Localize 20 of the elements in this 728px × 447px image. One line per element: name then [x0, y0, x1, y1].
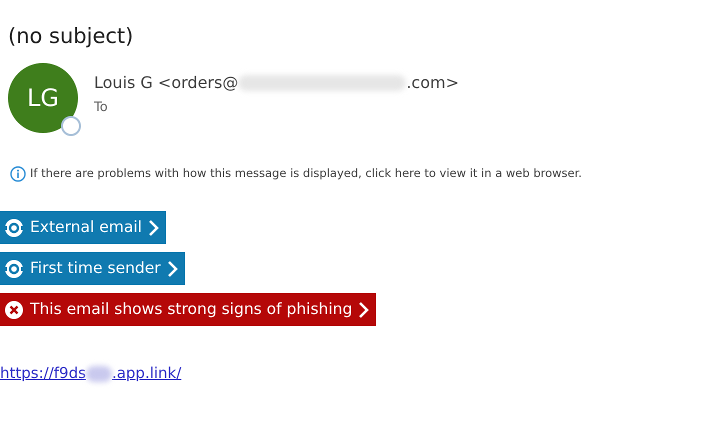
sender-domain: .com>	[406, 73, 459, 92]
avatar-initials: LG	[27, 83, 59, 114]
chevron-icon	[166, 260, 179, 278]
sender-name: Louis G <orders@	[94, 73, 238, 92]
chevron-icon	[148, 218, 160, 237]
info-message[interactable]: If there are problems with how this message is displayed, click here to view it in a web browser.	[30, 165, 582, 182]
info-icon	[10, 166, 26, 182]
presence-icon	[61, 116, 81, 136]
shield-icon	[4, 258, 24, 279]
warning-banner[interactable]: External email	[0, 211, 166, 244]
to-label: To	[94, 99, 109, 118]
link-end[interactable]: .app.link/	[112, 362, 182, 385]
warning-banner[interactable]: First time sender	[0, 252, 185, 286]
shield-icon	[4, 218, 24, 238]
redacted-text	[86, 366, 112, 382]
warning-banner[interactable]: This email shows strong signs of phishing	[0, 293, 376, 326]
chevron-icon	[358, 300, 370, 319]
link-start[interactable]: https://f9ds	[0, 362, 86, 385]
email-subject: (no subject)	[8, 24, 134, 50]
error-icon	[4, 300, 24, 320]
